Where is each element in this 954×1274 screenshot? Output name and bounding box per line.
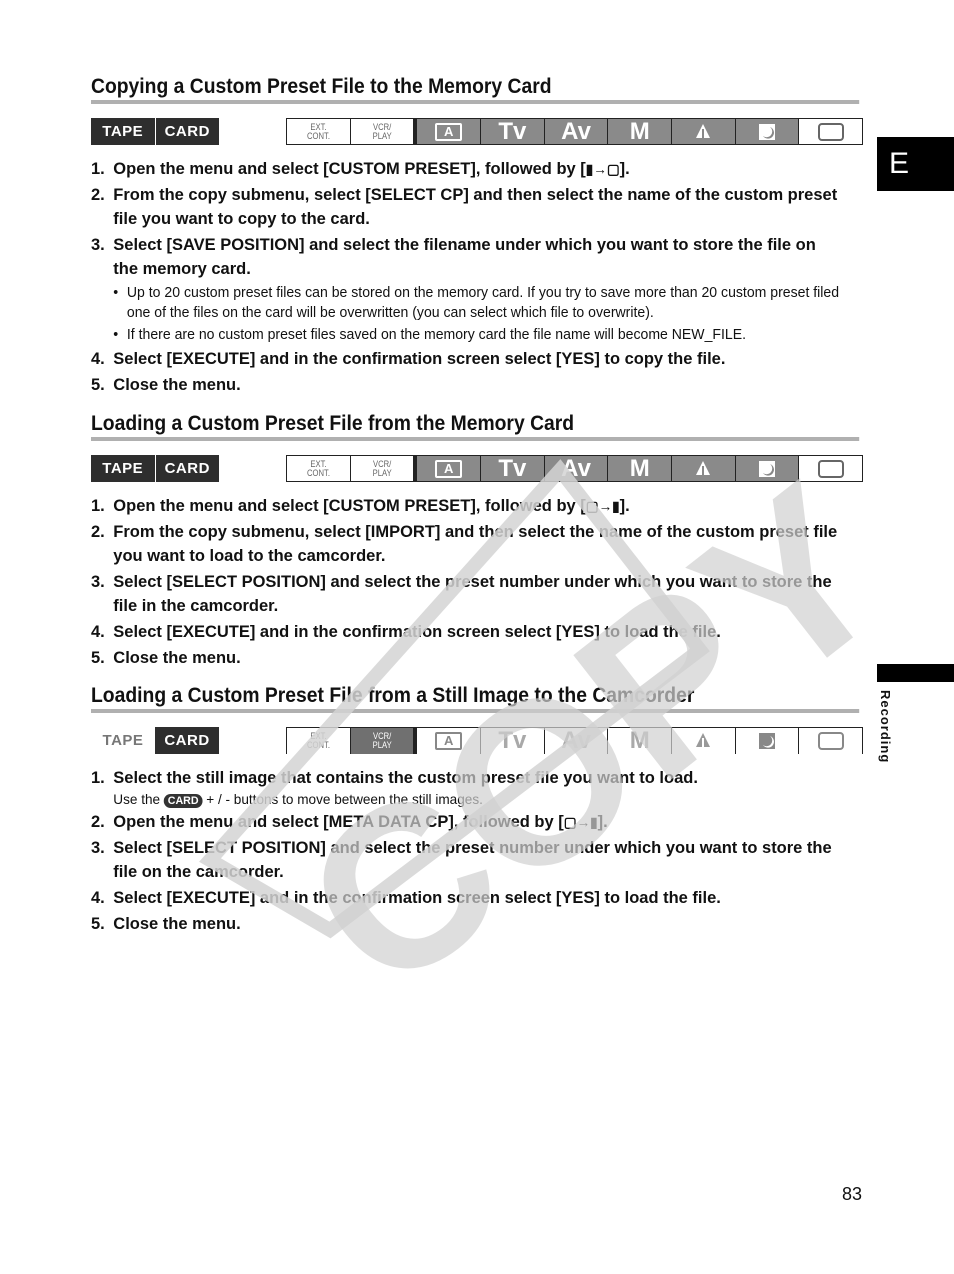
ext-cont-mode: EXT. CONT. [287, 728, 350, 754]
card-indicator: CARD [154, 118, 219, 145]
note: • Up to 20 custom preset files can be sto… [113, 285, 840, 321]
section-copy-to-card: Copying a Custom Preset File to the Memo… [91, 75, 864, 399]
step: 5. Close the menu. [91, 648, 241, 667]
av-mode: Av [543, 727, 608, 754]
vcr-play-mode: VCR/PLAY [349, 456, 414, 481]
av-mode: Av [543, 455, 608, 482]
step: 3. Select [SELECT POSITION] and select th… [91, 838, 832, 881]
night-mode-icon [734, 456, 799, 481]
step: 1. Select the still image that contains t… [91, 766, 841, 808]
mode-dial-indicator: EXT. CONT. VCR/PLAY A Tv Av M [286, 118, 863, 145]
manual-mode: M [607, 118, 672, 145]
language-tab-label: E [889, 147, 910, 180]
frame-mode-icon [798, 728, 863, 754]
auto-mode: A [413, 728, 481, 754]
step-list: 1. Select the still image that contains t… [91, 766, 864, 936]
step: 3. Select [SELECT POSITION] and select th… [91, 572, 832, 615]
step: 2. From the copy submenu, select [IMPORT]… [91, 522, 838, 565]
step-subnote: Use the CARD + / - buttons to move betwe… [113, 791, 483, 808]
step: 2. Open the menu and select [META DATA CP… [91, 810, 841, 834]
section-title: Copying a Custom Preset File to the Memo… [91, 75, 860, 104]
section-load-from-card: Loading a Custom Preset File from the Me… [91, 412, 864, 672]
section-title: Loading a Custom Preset File from the Me… [91, 412, 860, 441]
manual-mode: M [607, 455, 672, 482]
spotlight-mode-icon [671, 456, 735, 481]
tape-indicator: TAPE [91, 727, 155, 754]
step: 4. Select [EXECUTE] and in the confirmati… [91, 622, 721, 641]
spotlight-mode-icon [671, 119, 735, 144]
av-mode: Av [543, 118, 608, 145]
night-mode-icon [734, 728, 799, 754]
night-mode-icon [734, 119, 799, 144]
ext-cont-mode: EXT. CONT. [287, 119, 350, 144]
spotlight-mode-icon [671, 728, 735, 754]
tv-mode: Tv [480, 455, 544, 482]
auto-mode: A [413, 456, 481, 481]
camera-to-card-icon: ▮→▢ [585, 161, 620, 177]
page-number: 83 [842, 1184, 863, 1204]
vcr-play-mode: VCR/PLAY [349, 119, 414, 144]
chapter-label: Recording [878, 690, 893, 764]
media-indicator: TAPE CARD [91, 455, 219, 482]
section-title: Loading a Custom Preset File from a Stil… [91, 684, 860, 713]
card-to-camera-icon: ▢→▮ [585, 498, 620, 514]
mode-indicator-bar: TAPE CARD EXT. CONT. VCR/PLAY A Tv Av M [91, 727, 864, 754]
mode-dial-indicator: EXT. CONT. VCR/PLAY A Tv Av M [286, 727, 863, 754]
step: 2. From the copy submenu, select [SELECT … [91, 185, 838, 228]
language-tab: E [877, 137, 954, 191]
manual-mode: M [607, 727, 672, 754]
step: 1. Open the menu and select [CUSTOM PRESE… [91, 494, 841, 518]
tv-mode: Tv [480, 727, 544, 754]
frame-mode-icon [798, 456, 863, 481]
step: 5. Close the menu. [91, 914, 241, 933]
step-list: 1. Open the menu and select [CUSTOM PRESE… [91, 157, 864, 397]
mode-indicator-bar: TAPE CARD EXT. CONT. VCR/PLAY A Tv Av M [91, 118, 864, 145]
tape-indicator: TAPE [91, 118, 155, 145]
step: 5. Close the menu. [91, 375, 241, 394]
step: 4. Select [EXECUTE] and in the confirmati… [91, 349, 726, 368]
note: • If there are no custom preset files sav… [113, 327, 747, 343]
step-list: 1. Open the menu and select [CUSTOM PRESE… [91, 494, 864, 670]
frame-mode-icon [798, 119, 863, 144]
tape-indicator: TAPE [91, 455, 155, 482]
auto-mode: A [413, 119, 481, 144]
media-indicator: TAPE CARD [91, 727, 219, 754]
step: 3. Select [SAVE POSITION] and select the … [91, 235, 840, 343]
section-load-from-still-image: Loading a Custom Preset File from a Stil… [91, 684, 864, 938]
card-indicator: CARD [155, 727, 219, 754]
card-to-camera-icon: ▢→▮ [563, 814, 598, 830]
mode-dial-indicator: EXT. CONT. VCR/PLAY A Tv Av M [286, 455, 863, 482]
media-indicator: TAPE CARD [91, 118, 219, 145]
mode-indicator-bar: TAPE CARD EXT. CONT. VCR/PLAY A Tv Av M [91, 455, 864, 482]
card-indicator: CARD [154, 455, 219, 482]
step: 1. Open the menu and select [CUSTOM PRESE… [91, 157, 841, 181]
ext-cont-mode: EXT. CONT. [287, 456, 350, 481]
tv-mode: Tv [480, 118, 544, 145]
vcr-play-mode: VCR/PLAY [349, 728, 414, 754]
step: 4. Select [EXECUTE] and in the confirmati… [91, 888, 721, 907]
card-button-badge: CARD [163, 794, 203, 808]
chapter-tab-marker [877, 664, 954, 682]
